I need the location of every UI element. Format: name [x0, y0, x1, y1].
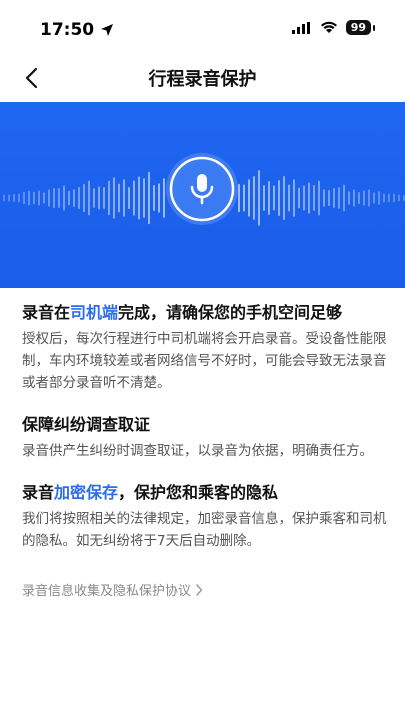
- wave-bar: [128, 186, 130, 210]
- wave-bar: [393, 193, 395, 203]
- wave-bar: [18, 193, 20, 203]
- title-text: 完成，请确保您的手机空间足够: [118, 303, 343, 322]
- title-text: 录音: [22, 483, 55, 502]
- section-body: 我们将按照相关的法律规定，加密录音信息，保护乘客和司机的隐私。如无纠纷将于7天后…: [22, 511, 387, 549]
- section-title: 录音在司机端完成，请确保您的手机空间足够: [22, 300, 387, 326]
- wave-bar: [73, 189, 75, 207]
- wave-bar: [388, 193, 390, 203]
- wave-bar: [98, 186, 100, 210]
- title-text: ，保护您和乘客的隐私: [118, 483, 279, 502]
- wave-bar: [293, 179, 295, 217]
- wave-bar: [28, 190, 30, 206]
- agreement-link-text: 录音信息收集及隐私保护协议: [22, 584, 192, 599]
- wave-bar: [378, 191, 380, 205]
- wave-bar: [83, 183, 85, 213]
- wave-bar: [373, 192, 375, 204]
- chevron-right-icon: [196, 583, 203, 596]
- privacy-agreement-link[interactable]: 录音信息收集及隐私保护协议: [22, 580, 203, 599]
- wave-bar: [323, 189, 325, 207]
- wave-bar: [153, 184, 155, 212]
- location-arrow-icon: [101, 24, 114, 36]
- title-highlight: 加密保存: [54, 483, 119, 502]
- wave-bar: [268, 181, 270, 215]
- section-dispute-evidence: 保障纠纷调查取证 录音供产生纠纷时调查取证，以录音为依据，明确责任方。: [22, 412, 387, 462]
- wave-bar: [338, 187, 340, 209]
- section-title: 保障纠纷调查取证: [22, 415, 151, 434]
- title-text: 录音在: [22, 303, 71, 322]
- status-time: 17:50: [40, 20, 95, 40]
- wave-bar: [333, 188, 335, 208]
- wave-bar: [78, 186, 80, 210]
- section-recording-location: 录音在司机端完成，请确保您的手机空间足够 授权后，每次行程进行中司机端将会开启录…: [22, 300, 387, 394]
- wave-bar: [3, 194, 5, 202]
- wave-bar: [93, 188, 95, 208]
- wave-bar: [343, 184, 345, 212]
- wave-bar: [263, 185, 265, 211]
- nav-bar: 行程录音保护: [0, 56, 405, 102]
- section-body: 授权后，每次行程进行中司机端将会开启录音。受设备性能限制，车内环境较差或者网络信…: [22, 331, 387, 391]
- wave-bar: [58, 187, 60, 209]
- wave-bar: [258, 170, 260, 226]
- wave-bar: [103, 187, 105, 209]
- wave-bar: [288, 184, 290, 212]
- wave-bar: [298, 187, 300, 209]
- battery-indicator: 99: [345, 20, 376, 35]
- wave-bar: [313, 184, 315, 212]
- status-indicators: 99: [291, 20, 376, 35]
- status-bar: 17:50 99: [0, 0, 405, 56]
- wave-bar: [148, 171, 150, 225]
- wave-bar: [303, 185, 305, 211]
- microphone-badge: [165, 152, 239, 226]
- section-encrypted-storage: 录音加密保存，保护您和乘客的隐私 我们将按照相关的法律规定，加密录音信息，保护乘…: [22, 480, 387, 552]
- wave-bar: [348, 191, 350, 205]
- wave-bar: [363, 190, 365, 206]
- wave-bar: [8, 194, 10, 202]
- wave-bar: [138, 176, 140, 220]
- cellular-signal-icon: [291, 21, 310, 34]
- wave-bar: [33, 191, 35, 205]
- microphone-icon: [166, 153, 238, 225]
- wave-bar: [383, 193, 385, 203]
- wave-bar: [248, 179, 250, 217]
- wave-bar: [368, 189, 370, 207]
- wave-bar: [118, 183, 120, 213]
- wave-bar: [328, 189, 330, 207]
- title-highlight: 司机端: [70, 303, 119, 322]
- wave-bar: [108, 180, 110, 216]
- wave-bar: [38, 190, 40, 206]
- wifi-icon: [320, 21, 337, 33]
- wave-bar: [143, 178, 145, 218]
- wave-bar: [273, 185, 275, 211]
- wave-bar: [308, 182, 310, 214]
- wave-bar: [278, 180, 280, 216]
- section-title: 录音加密保存，保护您和乘客的隐私: [22, 480, 387, 506]
- wave-bar: [13, 193, 15, 203]
- wave-bar: [398, 194, 400, 202]
- section-body: 录音供产生纠纷时调查取证，以录音为依据，明确责任方。: [22, 443, 373, 459]
- wave-bar: [358, 191, 360, 205]
- content: 录音在司机端完成，请确保您的手机空间足够 授权后，每次行程进行中司机端将会开启录…: [22, 300, 387, 570]
- wave-bar: [318, 180, 320, 216]
- wave-bar: [158, 183, 160, 213]
- wave-bar: [53, 187, 55, 209]
- wave-bar: [243, 184, 245, 212]
- wave-bar: [68, 190, 70, 206]
- wave-bar: [113, 177, 115, 219]
- wave-bar: [283, 175, 285, 221]
- wave-bar: [63, 185, 65, 211]
- wave-bar: [253, 176, 255, 220]
- wave-bar: [123, 179, 125, 217]
- status-time-group: 17:50: [40, 20, 114, 40]
- wave-bar: [353, 189, 355, 207]
- wave-bar: [133, 180, 135, 216]
- wave-bar: [88, 180, 90, 216]
- wave-bar: [48, 189, 50, 207]
- page-title: 行程录音保护: [148, 69, 257, 90]
- wave-bar: [23, 191, 25, 205]
- wave-bar: [43, 192, 45, 204]
